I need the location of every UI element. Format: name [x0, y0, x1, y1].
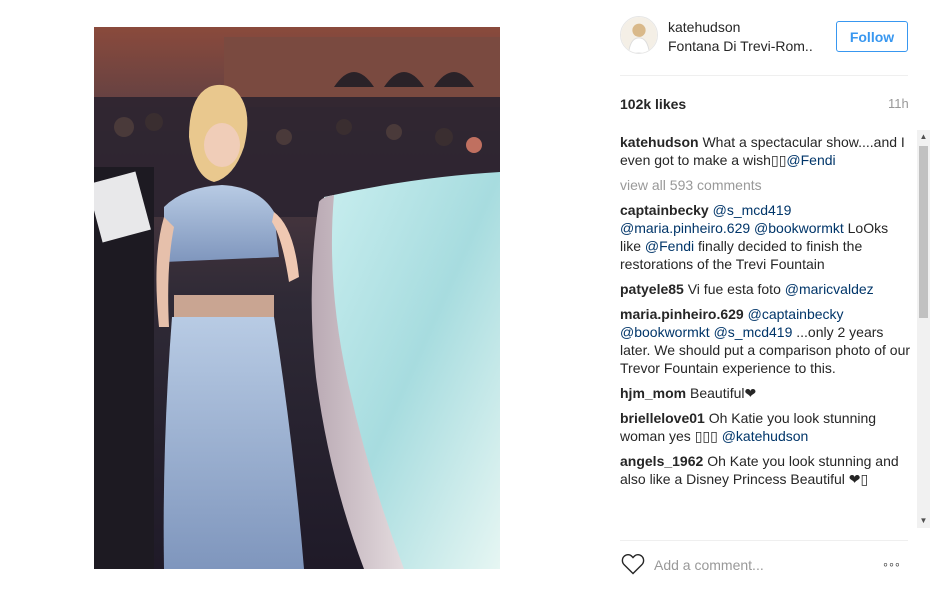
- comment-username[interactable]: maria.pinheiro.629: [620, 306, 744, 322]
- username-link[interactable]: katehudson: [668, 19, 740, 35]
- comment-item: maria.pinheiro.629 @captainbecky @bookwo…: [620, 305, 912, 377]
- comment-username[interactable]: hjm_mom: [620, 385, 686, 401]
- post-time[interactable]: 11h: [888, 96, 909, 111]
- comment-mention[interactable]: @maricvaldez: [785, 281, 874, 297]
- likes-count[interactable]: 102k likes: [620, 96, 686, 112]
- add-comment-input[interactable]: [654, 556, 854, 574]
- post-photo-image: [94, 27, 500, 569]
- caption: katehudson What a spectacular show....an…: [620, 133, 912, 169]
- avatar[interactable]: [620, 16, 658, 54]
- comment-mention[interactable]: @Fendi: [645, 238, 694, 254]
- comment-username[interactable]: angels_1962: [620, 453, 703, 469]
- comment-username[interactable]: captainbecky: [620, 202, 709, 218]
- follow-button[interactable]: Follow: [836, 21, 908, 52]
- comment-mention[interactable]: @maria.pinheiro.629 @bookwormkt: [620, 220, 844, 236]
- comment-item: angels_1962 Oh Kate you look stunning an…: [620, 452, 912, 488]
- comment-mention[interactable]: @katehudson: [722, 428, 809, 444]
- more-options-icon[interactable]: ◦◦◦: [883, 556, 901, 572]
- scroll-up-arrow-icon[interactable]: ▲: [917, 130, 930, 144]
- comment-emoji: ❤▯: [848, 471, 869, 487]
- comments-list[interactable]: katehudson What a spectacular show....an…: [620, 133, 912, 529]
- comment-item: captainbecky @s_mcd419 @maria.pinheiro.6…: [620, 201, 912, 273]
- comment-text: Vi fue esta foto: [687, 281, 781, 297]
- comment-text: Beautiful❤: [690, 385, 757, 401]
- comment-emoji: ▯▯▯: [694, 428, 718, 444]
- post-photo[interactable]: [94, 27, 500, 569]
- comment-mention[interactable]: @bookwormkt @s_mcd419: [620, 324, 792, 340]
- comment-mention[interactable]: @captainbecky: [748, 306, 844, 322]
- divider: [620, 540, 908, 541]
- comment-username[interactable]: patyele85: [620, 281, 684, 297]
- comments-scrollbar[interactable]: ▲ ▼: [917, 130, 930, 528]
- view-all-comments-link[interactable]: view all 593 comments: [620, 176, 912, 194]
- comment-item: patyele85 Vi fue esta foto @maricvaldez: [620, 280, 912, 298]
- divider: [620, 75, 908, 76]
- comment-item: briellelove01 Oh Katie you look stunning…: [620, 409, 912, 445]
- comment-username[interactable]: briellelove01: [620, 410, 705, 426]
- caption-emoji: ▯▯: [770, 152, 787, 168]
- comment-item: hjm_mom Beautiful❤: [620, 384, 912, 402]
- post-header: katehudson Fontana Di Trevi-Rom.. Follow: [620, 14, 910, 58]
- heart-icon[interactable]: [621, 553, 645, 575]
- caption-mention[interactable]: @Fendi: [786, 152, 835, 168]
- scroll-down-arrow-icon[interactable]: ▼: [917, 514, 930, 528]
- comment-mention[interactable]: @s_mcd419: [713, 202, 792, 218]
- location-link[interactable]: Fontana Di Trevi-Rom..: [668, 38, 818, 54]
- caption-username[interactable]: katehudson: [620, 134, 699, 150]
- scroll-thumb[interactable]: [919, 146, 928, 318]
